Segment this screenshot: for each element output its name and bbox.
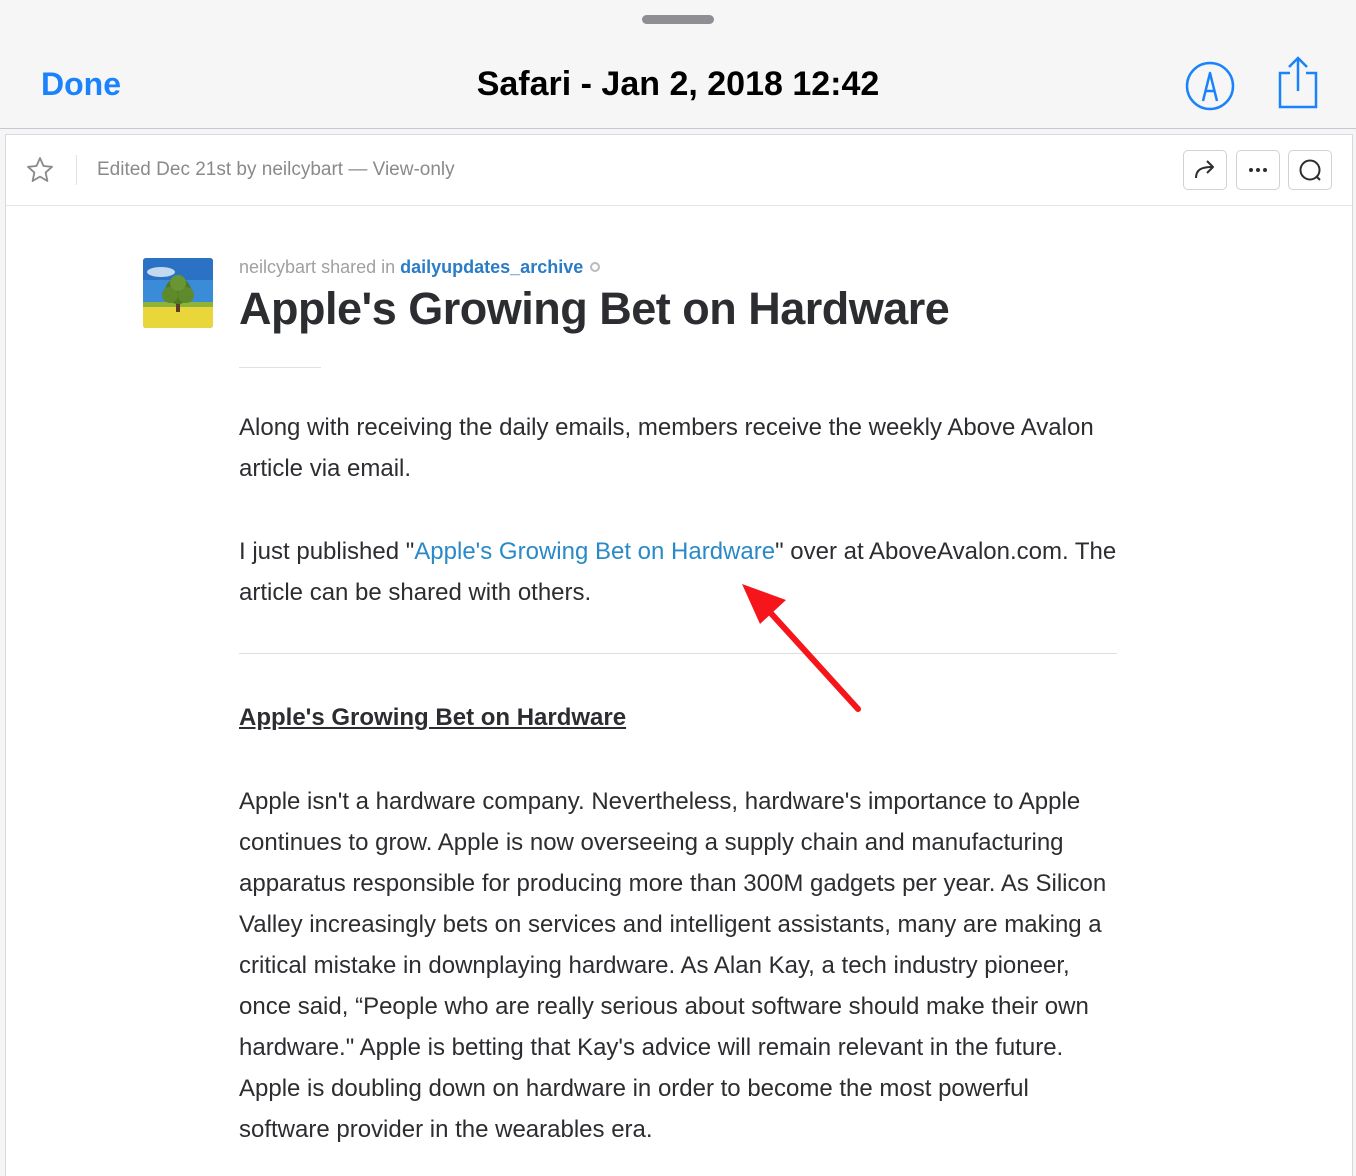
red-arrow-annotation — [742, 584, 861, 712]
